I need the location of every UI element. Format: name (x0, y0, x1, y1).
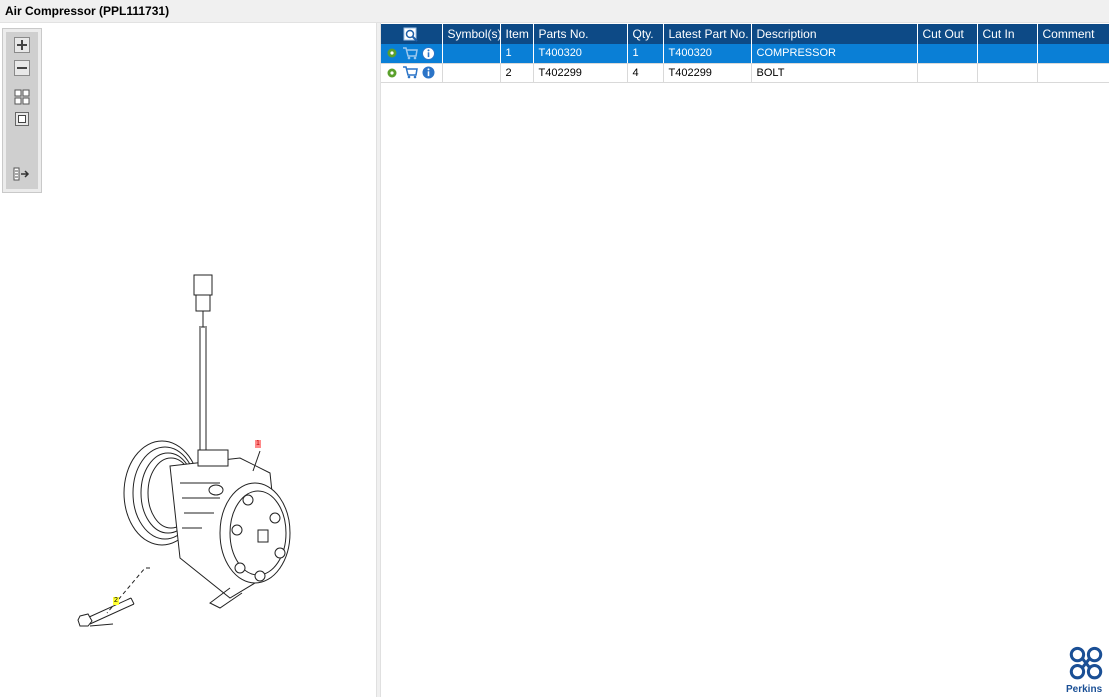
column-item[interactable]: Item (500, 24, 534, 44)
cell-cut-out (917, 44, 978, 64)
part-lookup-icon[interactable] (403, 27, 419, 42)
cell-item: 2 (500, 63, 534, 83)
gear-icon[interactable] (386, 67, 398, 79)
cart-icon[interactable] (402, 47, 418, 60)
compressor-drawing (77, 274, 291, 627)
column-qty[interactable]: Qty. (627, 24, 664, 44)
row-actions-cell (381, 44, 443, 64)
column-lookup[interactable] (381, 24, 443, 44)
cell-cut-in (977, 63, 1038, 83)
cell-parts-no: T402299 (533, 63, 628, 83)
callout-1[interactable]: 1 (255, 440, 261, 448)
cell-item: 1 (500, 44, 534, 64)
cell-symbols (442, 44, 501, 64)
viewer-toolbar (2, 28, 42, 193)
cell-description: COMPRESSOR (751, 44, 918, 64)
column-latest-part-no[interactable]: Latest Part No. (663, 24, 752, 44)
cell-latest-part-no: T402299 (663, 63, 752, 83)
cell-parts-no: T400320 (533, 44, 628, 64)
table-header-row: Symbol(s) Item Parts No. Qty. Latest Par… (381, 24, 1109, 44)
info-icon[interactable] (422, 46, 435, 60)
table-row[interactable]: 2 T402299 4 T402299 BOLT (381, 63, 1109, 83)
panel-toggle-icon[interactable] (13, 166, 31, 182)
info-icon[interactable] (422, 66, 435, 79)
column-cut-in[interactable]: Cut In (977, 24, 1038, 44)
cell-symbols (442, 63, 501, 83)
row-actions-cell (381, 63, 443, 83)
column-parts-no[interactable]: Parts No. (533, 24, 628, 44)
fit-grid-icon[interactable] (13, 89, 31, 105)
cell-comment (1037, 44, 1109, 64)
zoom-out-icon[interactable] (13, 60, 31, 76)
cell-qty: 1 (627, 44, 664, 64)
gear-icon[interactable] (386, 47, 398, 59)
parts-list-pane: Symbol(s) Item Parts No. Qty. Latest Par… (381, 23, 1109, 697)
cell-cut-in (977, 44, 1038, 64)
actual-size-icon[interactable] (13, 111, 31, 127)
parts-table: Symbol(s) Item Parts No. Qty. Latest Par… (381, 24, 1109, 83)
zoom-in-icon[interactable] (13, 37, 31, 53)
column-symbols[interactable]: Symbol(s) (442, 24, 501, 44)
cell-cut-out (917, 63, 978, 83)
window-title: Air Compressor (PPL111731) (0, 0, 1109, 23)
cell-qty: 4 (627, 63, 664, 83)
callout-2[interactable]: 2 (113, 597, 119, 605)
cart-icon[interactable] (402, 66, 418, 79)
column-cut-out[interactable]: Cut Out (917, 24, 978, 44)
brand-name: Perkins (1066, 684, 1103, 695)
table-row[interactable]: 1 T400320 1 T400320 COMPRESSOR (381, 44, 1109, 64)
illustration-pane[interactable]: 1 2 (0, 23, 376, 697)
perkins-logo (1069, 646, 1103, 680)
column-comment[interactable]: Comment (1037, 24, 1109, 44)
cell-latest-part-no: T400320 (663, 44, 752, 64)
column-description[interactable]: Description (751, 24, 918, 44)
cell-description: BOLT (751, 63, 918, 83)
cell-comment (1037, 63, 1109, 83)
